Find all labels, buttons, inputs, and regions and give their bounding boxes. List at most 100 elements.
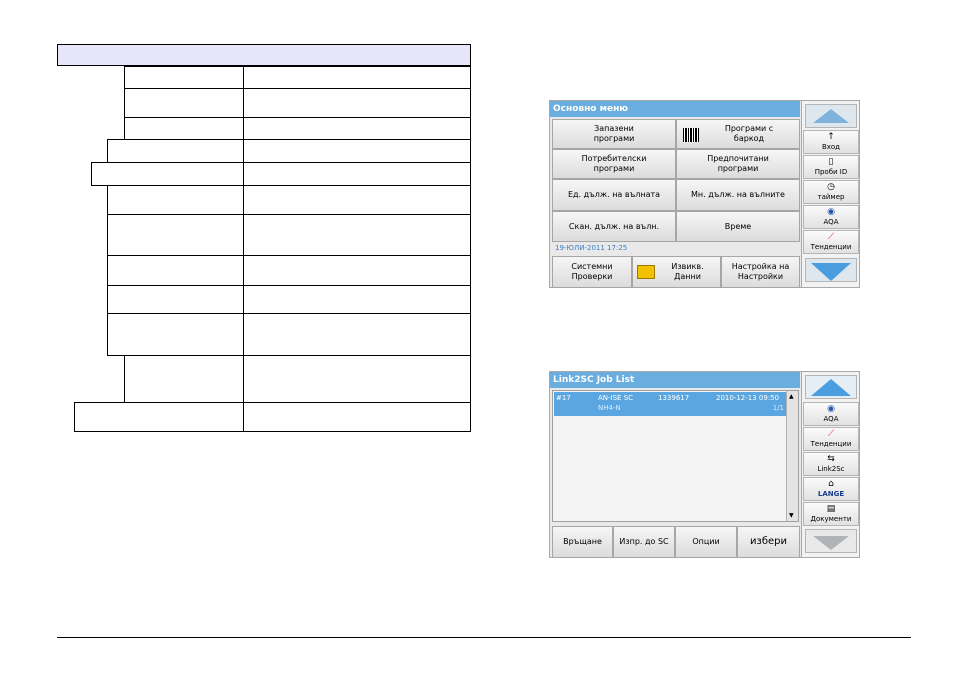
table-cell: [124, 88, 244, 118]
job-parameter: NH4-N: [598, 404, 621, 412]
triangle-up-icon: [811, 379, 851, 396]
lange-label: LANGE: [817, 490, 845, 498]
table-cell: [243, 313, 471, 356]
link2sc-title: Link2SC Job List: [550, 372, 800, 388]
aqa-icon: ◉: [827, 207, 835, 217]
table-cell: [243, 285, 471, 314]
select-button[interactable]: избери: [737, 526, 800, 558]
recall-data-button[interactable]: Извикв. Данни: [632, 256, 721, 288]
options-button[interactable]: Опции: [675, 526, 737, 558]
trend-chart-icon: ⟋: [827, 429, 835, 439]
trends-label: Тенденции: [810, 440, 852, 448]
document-icon: ▤: [826, 504, 836, 514]
link2sc-label: Link2Sc: [817, 465, 845, 473]
table-cell: [107, 255, 244, 286]
multi-wavelength-button[interactable]: Мн. дълж. на вълните: [676, 179, 800, 211]
triangle-down-icon: [813, 536, 849, 550]
job-list-scrollbar[interactable]: ▲ ▼: [786, 391, 798, 521]
aqa-button[interactable]: ◉ AQA: [803, 205, 859, 229]
job-page: 1/1: [772, 404, 784, 412]
home-icon: ⌂: [828, 479, 834, 489]
aqa-icon: ◉: [827, 404, 835, 414]
documents-button[interactable]: ▤ Документи: [803, 502, 859, 526]
trend-chart-icon: ⟋: [827, 232, 835, 242]
table-cell: [107, 185, 244, 215]
footer-rule: [57, 637, 911, 638]
table-cell: [243, 66, 471, 89]
wavelength-scan-button[interactable]: Скан. дълж. на вълн.: [552, 211, 676, 242]
favorite-programs-button[interactable]: Предпочитани програми: [676, 149, 800, 179]
arrow-up-icon: ↑: [827, 132, 835, 142]
system-checks-button[interactable]: Системни Проверки: [552, 256, 632, 288]
job-id: #17: [556, 394, 571, 402]
trends-button[interactable]: ⟋ Тенденции: [803, 230, 859, 254]
single-wavelength-button[interactable]: Ед. дълж. на вълната: [552, 179, 676, 211]
table-cell: [243, 255, 471, 286]
login-label: Вход: [821, 143, 841, 151]
link2sc-screen: Link2SC Job List #17 AN-ISE SC 1339617 2…: [549, 371, 860, 558]
scroll-down-arrow-icon: ▼: [789, 512, 794, 519]
vial-icon: ▯: [828, 157, 834, 167]
job-list-row[interactable]: #17 AN-ISE SC 1339617 2010-12-13 09:50 N…: [554, 392, 786, 416]
table-cell: [243, 185, 471, 215]
table-cell: [91, 162, 244, 186]
main-menu-screen: Основно меню Запазени програми Програми …: [549, 100, 860, 288]
job-name: AN-ISE SC: [598, 394, 634, 402]
scroll-up-button[interactable]: [805, 375, 857, 399]
scroll-down-button[interactable]: [805, 529, 857, 553]
barcode-icon: [683, 128, 699, 142]
table-cell: [243, 88, 471, 118]
table-cell: [124, 66, 244, 89]
triangle-down-icon: [811, 263, 851, 281]
job-datetime: 2010-12-13 09:50: [716, 394, 780, 402]
table-cell: [243, 355, 471, 403]
saved-programs-button[interactable]: Запазени програми: [552, 119, 676, 149]
aqa-label: AQA: [823, 415, 839, 423]
trends-button[interactable]: ⟋ Тенденции: [803, 427, 859, 451]
network-icon: ⇆: [827, 454, 835, 464]
instrument-setup-button[interactable]: Настройка на Настройки: [721, 256, 800, 288]
sample-id-button[interactable]: ▯ Проби ID: [803, 155, 859, 179]
table-cell: [124, 117, 244, 140]
send-to-sc-button[interactable]: Изпр. до SC: [613, 526, 675, 558]
table-cell: [107, 313, 244, 356]
table-cell: [107, 285, 244, 314]
time-course-button[interactable]: Време: [676, 211, 800, 242]
table-cell: [74, 402, 244, 432]
timer-button[interactable]: ◷ таймер: [803, 180, 859, 204]
sample-id-label: Проби ID: [814, 168, 848, 176]
scroll-down-button[interactable]: [805, 258, 857, 282]
table-cell: [124, 355, 244, 403]
table-cell: [243, 139, 471, 163]
barcode-programs-label: Програми с баркод: [724, 124, 774, 143]
aqa-label: AQA: [823, 218, 839, 226]
back-button[interactable]: Връщане: [552, 526, 613, 558]
main-menu-title: Основно меню: [550, 101, 800, 117]
table-cell: [243, 162, 471, 186]
job-serial: 1339617: [658, 394, 690, 402]
link2sc-button[interactable]: ⇆ Link2Sc: [803, 452, 859, 476]
trends-label: Тенденции: [810, 243, 852, 251]
link2sc-sidebar: ◉ AQA ⟋ Тенденции ⇆ Link2Sc ⌂ LANGE ▤ До…: [801, 372, 859, 557]
table-cell: [243, 402, 471, 432]
folder-icon: [637, 265, 655, 279]
aqa-button[interactable]: ◉ AQA: [803, 402, 859, 426]
table-header-bar: [57, 44, 471, 66]
documents-label: Документи: [810, 515, 852, 523]
recall-data-label: Извикв. Данни: [671, 262, 704, 281]
lange-button[interactable]: ⌂ LANGE: [803, 477, 859, 501]
table-cell: [243, 214, 471, 256]
table-cell: [243, 117, 471, 140]
login-button[interactable]: ↑ Вход: [803, 130, 859, 154]
table-cell: [107, 214, 244, 256]
scroll-up-arrow-icon: ▲: [789, 393, 794, 400]
scroll-up-button[interactable]: [805, 104, 857, 128]
barcode-programs-button[interactable]: Програми с баркод: [676, 119, 800, 149]
timer-label: таймер: [817, 193, 845, 201]
clock-icon: ◷: [827, 182, 835, 192]
datetime-display: 19-ЮЛИ-2011 17:25: [555, 244, 628, 252]
user-programs-button[interactable]: Потребителски програми: [552, 149, 676, 179]
main-menu-sidebar: ↑ Вход ▯ Проби ID ◷ таймер ◉ AQA ⟋ Тенде…: [801, 101, 859, 287]
job-list[interactable]: #17 AN-ISE SC 1339617 2010-12-13 09:50 N…: [552, 390, 799, 522]
table-cell: [107, 139, 244, 163]
